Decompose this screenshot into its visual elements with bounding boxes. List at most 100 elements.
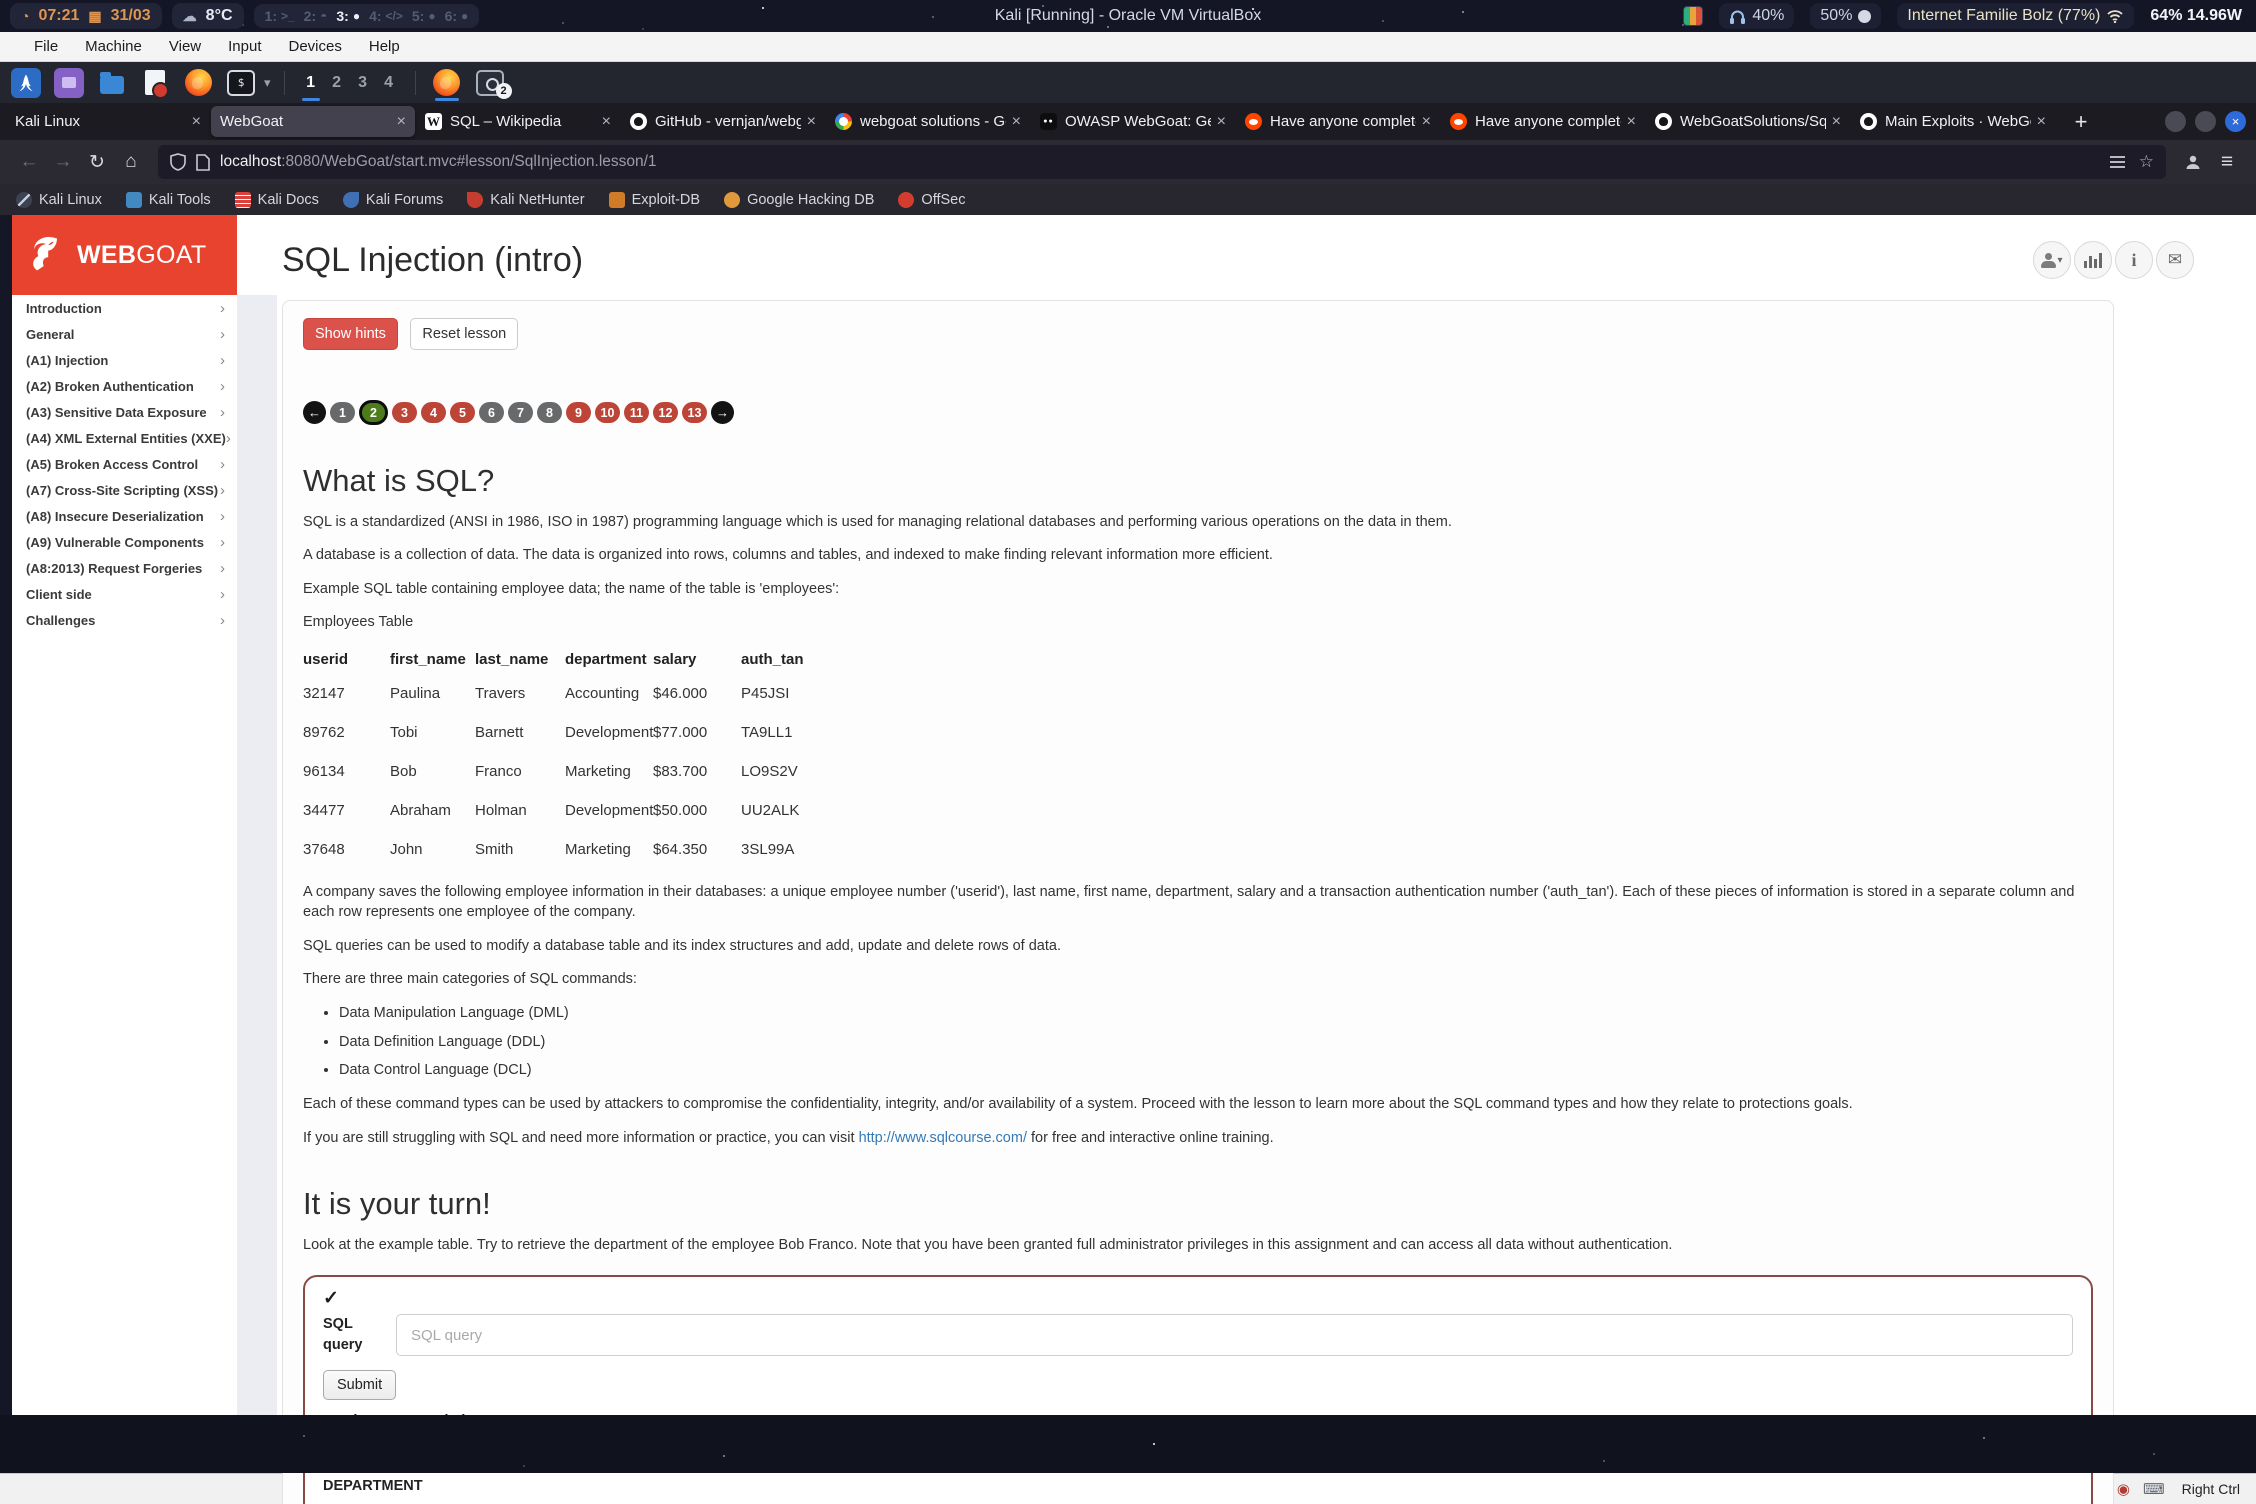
audio-indicator[interactable]: 40% xyxy=(1719,3,1794,29)
sidebar-item[interactable]: Challenges› xyxy=(12,607,237,633)
lesson-page-5[interactable]: 5 xyxy=(450,402,475,423)
keyboard-icon[interactable]: ⌨ xyxy=(2143,1480,2165,1498)
report-card-button[interactable] xyxy=(2074,241,2112,279)
sql-query-input[interactable] xyxy=(396,1314,2073,1356)
close-window-button[interactable]: × xyxy=(2225,111,2246,132)
lesson-page-9[interactable]: 9 xyxy=(566,402,591,423)
panel-workspace-1[interactable]: 1 xyxy=(298,64,324,101)
reset-lesson-button[interactable]: Reset lesson xyxy=(410,318,518,350)
forward-button[interactable]: → xyxy=(46,146,80,178)
reload-button[interactable]: ↻ xyxy=(80,146,114,178)
lesson-page-10[interactable]: 10 xyxy=(595,402,620,423)
next-page-arrow[interactable]: → xyxy=(711,401,734,424)
bookmark-item[interactable]: Kali Forums xyxy=(343,192,443,208)
user-menu-button[interactable]: ▾ xyxy=(2033,241,2071,279)
host-workspace-indicator[interactable]: 6:● xyxy=(445,8,469,24)
maximize-button[interactable] xyxy=(2195,111,2216,132)
vbox-menu-machine[interactable]: Machine xyxy=(85,38,142,55)
sidebar-item[interactable]: (A7) Cross-Site Scripting (XSS)› xyxy=(12,477,237,503)
minimize-button[interactable] xyxy=(2165,111,2186,132)
lesson-page-13[interactable]: 13 xyxy=(682,402,707,423)
page-info-icon[interactable] xyxy=(196,154,210,171)
sidebar-item[interactable]: (A9) Vulnerable Components› xyxy=(12,529,237,555)
tab-close-icon[interactable]: × xyxy=(192,113,201,131)
browser-tab[interactable]: Main Exploits · WebGo× xyxy=(1851,106,2055,137)
vbox-menu-file[interactable]: File xyxy=(34,38,58,55)
sidebar-item[interactable]: Client side› xyxy=(12,581,237,607)
lesson-page-3[interactable]: 3 xyxy=(392,402,417,423)
lesson-page-1[interactable]: 1 xyxy=(330,402,355,423)
host-workspace-switcher[interactable]: 1:>_2:◓3:●4:</>5:●6:● xyxy=(254,4,480,28)
browser-tab[interactable]: WebGoat× xyxy=(211,106,415,137)
sidebar-item[interactable]: (A4) XML External Entities (XXE)› xyxy=(12,425,237,451)
sidebar-item[interactable]: (A5) Broken Access Control› xyxy=(12,451,237,477)
bookmark-item[interactable]: Kali Linux xyxy=(16,192,102,208)
tab-close-icon[interactable]: × xyxy=(2037,113,2046,131)
sqlcourse-link[interactable]: http://www.sqlcourse.com/ xyxy=(859,1130,1027,1146)
panel-workspace-2[interactable]: 2 xyxy=(324,64,350,101)
sidebar-item[interactable]: (A1) Injection› xyxy=(12,347,237,373)
panel-workspace-3[interactable]: 3 xyxy=(350,64,376,101)
browser-tab[interactable]: SQL – Wikipedia× xyxy=(416,106,620,137)
bookmark-item[interactable]: Exploit-DB xyxy=(609,192,701,208)
tracking-protection-shield-icon[interactable] xyxy=(170,153,186,171)
vbox-menu-devices[interactable]: Devices xyxy=(289,38,342,55)
contact-button[interactable]: ✉ xyxy=(2156,241,2194,279)
sidebar-item[interactable]: Introduction› xyxy=(12,295,237,321)
browser-tab[interactable]: Kali Linux× xyxy=(6,106,210,137)
sidebar-item[interactable]: General› xyxy=(12,321,237,347)
webgoat-brand[interactable]: WEBGOAT xyxy=(12,215,237,295)
host-workspace-indicator[interactable]: 2:◓ xyxy=(304,8,328,24)
lesson-page-4[interactable]: 4 xyxy=(421,402,446,423)
screenshot-tool-running-app[interactable]: 2 xyxy=(472,64,508,101)
browser-tab[interactable]: Have anyone complete× xyxy=(1236,106,1440,137)
home-button[interactable]: ⌂ xyxy=(114,146,148,178)
recording-icon[interactable]: ◉ xyxy=(2117,1480,2130,1498)
window-manager-launcher[interactable] xyxy=(51,64,87,101)
host-workspace-indicator[interactable]: 4:</> xyxy=(369,8,403,24)
bookmark-star-icon[interactable]: ☆ xyxy=(2139,152,2154,172)
lesson-page-8[interactable]: 8 xyxy=(537,402,562,423)
brightness-indicator[interactable]: 50% xyxy=(1810,3,1881,29)
hamburger-menu-icon[interactable]: ≡ xyxy=(2210,150,2244,174)
lesson-page-2[interactable]: 2 xyxy=(359,400,388,425)
host-workspace-indicator[interactable]: 5:● xyxy=(412,8,436,24)
vbox-menu-help[interactable]: Help xyxy=(369,38,400,55)
tab-close-icon[interactable]: × xyxy=(1832,113,1841,131)
lesson-page-7[interactable]: 7 xyxy=(508,402,533,423)
tab-close-icon[interactable]: × xyxy=(602,113,611,131)
firefox-launcher[interactable] xyxy=(180,64,216,101)
lesson-page-6[interactable]: 6 xyxy=(479,402,504,423)
reader-mode-icon[interactable] xyxy=(2110,156,2125,168)
about-button[interactable]: i xyxy=(2115,241,2153,279)
clock-widget[interactable]: ◔ 07:21 ▦ 31/03 xyxy=(10,3,162,29)
virtualbox-tray-icon[interactable] xyxy=(1683,6,1703,26)
bookmark-item[interactable]: Kali Tools xyxy=(126,192,211,208)
browser-tab[interactable]: OWASP WebGoat: Gen× xyxy=(1031,106,1235,137)
bookmark-item[interactable]: Kali Docs xyxy=(235,192,319,208)
tab-close-icon[interactable]: × xyxy=(1012,113,1021,131)
firefox-running-app[interactable] xyxy=(429,64,465,101)
back-button[interactable]: ← xyxy=(12,146,46,178)
weather-widget[interactable]: ☁ 8°C xyxy=(172,3,244,29)
show-hints-button[interactable]: Show hints xyxy=(303,318,398,350)
sidebar-item[interactable]: (A8) Insecure Deserialization› xyxy=(12,503,237,529)
sidebar-item[interactable]: (A8:2013) Request Forgeries› xyxy=(12,555,237,581)
submit-button[interactable]: Submit xyxy=(323,1370,396,1400)
bookmark-item[interactable]: Kali NetHunter xyxy=(467,192,584,208)
account-icon[interactable] xyxy=(2176,146,2210,178)
browser-tab[interactable]: WebGoatSolutions/Sql× xyxy=(1646,106,1850,137)
tab-close-icon[interactable]: × xyxy=(1627,113,1636,131)
kali-menu-button[interactable] xyxy=(8,64,44,101)
host-workspace-indicator[interactable]: 3:● xyxy=(336,8,360,24)
file-manager-launcher[interactable] xyxy=(94,64,130,101)
lesson-page-11[interactable]: 11 xyxy=(624,402,649,423)
bookmark-item[interactable]: OffSec xyxy=(898,192,965,208)
panel-workspace-4[interactable]: 4 xyxy=(376,64,402,101)
tab-close-icon[interactable]: × xyxy=(1422,113,1431,131)
terminal-dropdown-caret[interactable]: ▾ xyxy=(264,75,271,91)
sidebar-item[interactable]: (A3) Sensitive Data Exposure› xyxy=(12,399,237,425)
previous-page-arrow[interactable]: ← xyxy=(303,401,326,424)
network-indicator[interactable]: Internet Familie Bolz (77%) xyxy=(1897,3,2134,29)
url-bar[interactable]: localhost:8080/WebGoat/start.mvc#lesson/… xyxy=(158,145,2166,179)
